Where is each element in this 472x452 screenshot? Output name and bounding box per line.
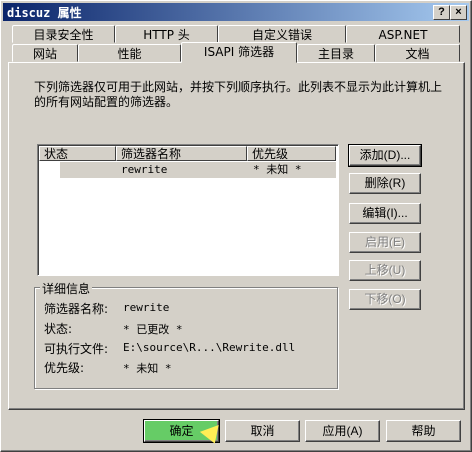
help-button[interactable]: 帮助 <box>386 420 461 442</box>
details-title: 详细信息 <box>40 280 93 297</box>
add-button[interactable]: 添加(D)... <box>348 144 422 167</box>
detail-exe-label: 可执行文件: <box>44 342 109 356</box>
tab-custom-errors[interactable]: 自定义错误 <box>218 25 346 43</box>
detail-exe-value: E:\source\R...\Rewrite.dll <box>123 341 296 354</box>
remove-button[interactable]: 删除(R) <box>349 173 421 194</box>
detail-priority-label: 优先级: <box>44 361 85 375</box>
tab-directory-security[interactable]: 目录安全性 <box>12 25 115 43</box>
row-filter-name: rewrite <box>121 163 168 176</box>
enable-button[interactable]: 启用(E) <box>349 232 421 253</box>
row-priority: * 未知 * <box>253 163 302 176</box>
move-up-button[interactable]: 上移(U) <box>349 260 421 281</box>
close-icon[interactable]: × <box>450 5 467 20</box>
tab-asp-net[interactable]: ASP.NET <box>346 25 460 43</box>
description-text: 下列筛选器仅可用于此网站，并按下列顺序执行。此列表不显示为此计算机上的所有网站配… <box>34 80 443 109</box>
tab-isapi-filters[interactable]: ISAPI 筛选器 <box>181 42 297 63</box>
apply-button[interactable]: 应用(A) <box>305 420 380 442</box>
tab-documents[interactable]: 文档 <box>375 44 460 62</box>
column-header-filter-name[interactable]: 筛选器名称 <box>116 146 247 161</box>
help-icon[interactable]: ? <box>433 5 450 20</box>
title-bar: discuz 属性 ? × <box>3 3 469 21</box>
filter-list[interactable]: 状态 筛选器名称 优先级 rewrite * 未知 * <box>37 144 339 276</box>
cancel-button[interactable]: 取消 <box>225 420 300 442</box>
tab-performance[interactable]: 性能 <box>78 44 181 62</box>
detail-name-value: rewrite <box>123 301 170 314</box>
list-item[interactable]: rewrite * 未知 * <box>60 162 336 178</box>
detail-status-label: 状态: <box>44 322 73 336</box>
tab-website[interactable]: 网站 <box>12 44 78 62</box>
detail-name-label: 筛选器名称: <box>44 302 109 316</box>
column-header-status[interactable]: 状态 <box>39 146 116 161</box>
move-down-button[interactable]: 下移(O) <box>349 289 421 310</box>
edit-button[interactable]: 编辑(I)... <box>349 203 421 224</box>
window-title: discuz 属性 <box>7 6 82 20</box>
detail-status-value: * 已更改 * <box>123 323 183 336</box>
column-header-priority[interactable]: 优先级 <box>247 146 336 161</box>
tab-home-directory[interactable]: 主目录 <box>297 44 375 62</box>
tab-http-headers[interactable]: HTTP 头 <box>115 25 218 43</box>
detail-priority-value: * 未知 * <box>123 362 172 375</box>
